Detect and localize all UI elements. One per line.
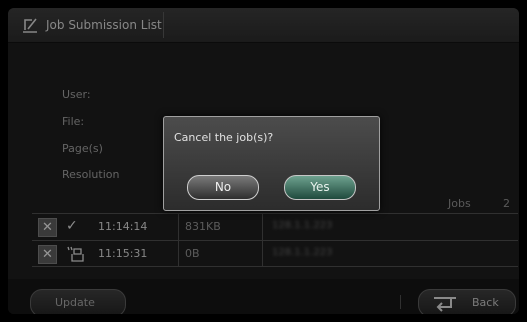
dialog-message: Cancel the job(s)?: [174, 131, 274, 144]
yes-button[interactable]: Yes: [284, 175, 356, 200]
cancel-dialog: Cancel the job(s)? No Yes: [163, 116, 380, 211]
no-button[interactable]: No: [187, 175, 259, 200]
